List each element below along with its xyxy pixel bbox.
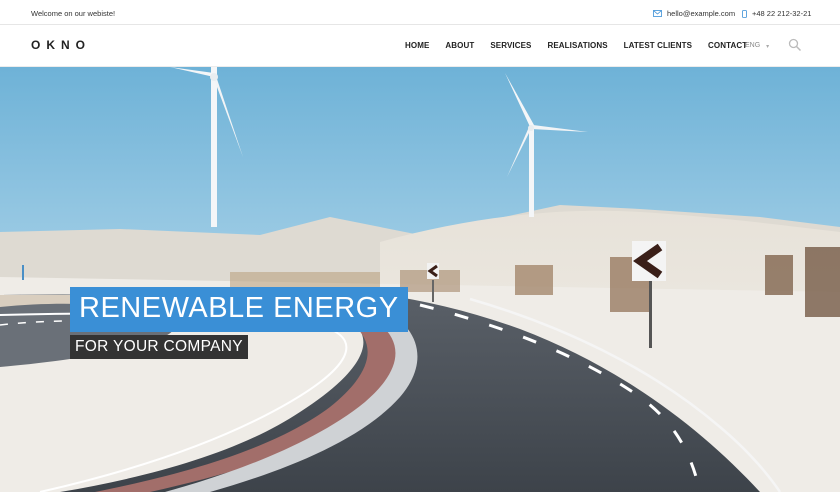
nav-item-contact[interactable]: CONTACT (708, 41, 747, 50)
nav-item-latest-clients[interactable]: LATEST CLIENTS (624, 41, 692, 50)
main-navigation: OKNO HOME ABOUT SERVICES REALISATIONS LA… (0, 25, 840, 67)
phone-contact[interactable]: +48 22 212-32-21 (742, 9, 811, 18)
email-text[interactable]: hello@example.com (667, 9, 735, 18)
nav-item-realisations[interactable]: REALISATIONS (547, 41, 607, 50)
phone-text[interactable]: +48 22 212-32-21 (752, 9, 811, 18)
nav-item-services[interactable]: SERVICES (490, 41, 531, 50)
hero-section: RENEWABLE ENERGY FOR YOUR COMPANY (0, 67, 840, 492)
hero-subtitle: FOR YOUR COMPANY (70, 335, 248, 359)
top-bar: Welcome on our webiste! hello@example.co… (0, 0, 840, 25)
caret-down-icon: ▾ (766, 44, 770, 50)
hero-title: RENEWABLE ENERGY (70, 287, 408, 332)
menu: HOME ABOUT SERVICES REALISATIONS LATEST … (405, 41, 763, 50)
search-icon[interactable] (788, 38, 802, 52)
language-label[interactable]: ENG (745, 42, 760, 50)
logo[interactable]: OKNO (31, 38, 91, 52)
nav-item-home[interactable]: HOME (405, 41, 429, 50)
hero-background-image (0, 67, 840, 492)
mobile-phone-icon (742, 9, 747, 18)
language-selector[interactable]: ENG ▾ (745, 42, 769, 50)
envelope-icon (653, 10, 662, 17)
email-contact[interactable]: hello@example.com (653, 9, 735, 18)
nav-item-about[interactable]: ABOUT (445, 41, 474, 50)
welcome-text: Welcome on our webiste! (31, 9, 116, 18)
